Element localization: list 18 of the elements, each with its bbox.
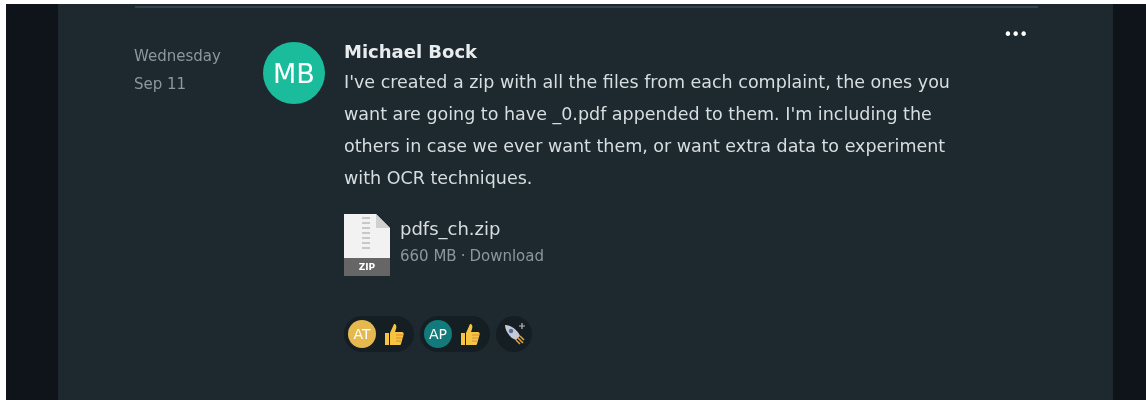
message-date: Sep 11: [134, 74, 188, 95]
author-name[interactable]: Michael Bock: [344, 41, 478, 62]
add-reaction-button[interactable]: [496, 316, 532, 352]
message-text: I've created a zip with all the files from each complaint, the ones you want are going to have _0.pdf appended to them. I'm including the others in case we ever want them, or want extra data to experiment with OCR techniques.: [344, 71, 951, 190]
file-size: 660 MB: [400, 246, 457, 267]
reactor-avatar: AT: [348, 320, 376, 348]
thumbs-up-icon: [458, 322, 480, 346]
reaction-chip[interactable]: AP: [420, 316, 490, 352]
thumbs-up-icon: [382, 322, 404, 346]
download-link[interactable]: Download: [469, 244, 544, 268]
user-avatar: MB: [263, 42, 325, 104]
zip-file-icon[interactable]: [344, 214, 390, 276]
separator-dot: ·: [460, 246, 466, 267]
reactor-avatar: AP: [424, 320, 452, 348]
message-day: Wednesday: [134, 42, 264, 70]
file-type-label: ZIP: [357, 261, 377, 274]
file-name[interactable]: pdfs_ch.zip: [400, 214, 544, 244]
more-options-button[interactable]: •••: [1003, 26, 1027, 44]
